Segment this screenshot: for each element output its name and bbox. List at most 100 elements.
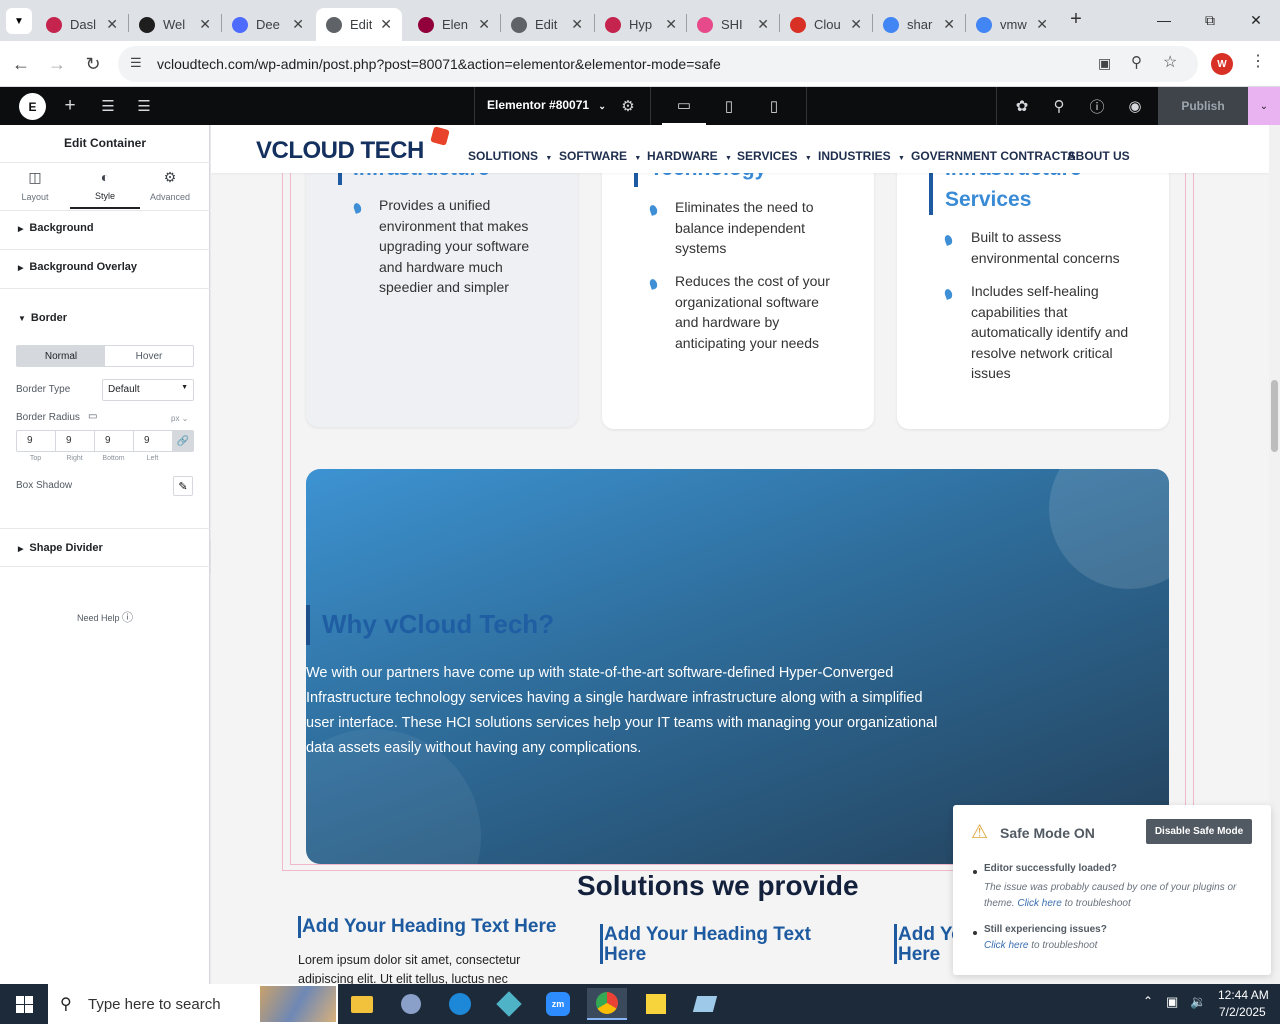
browser-menu-icon[interactable]: ⋮	[1250, 51, 1266, 71]
taskbar-date[interactable]: 7/2/2025	[1219, 1005, 1266, 1019]
page-settings-icon[interactable]: ⚙	[616, 87, 640, 125]
browser-tab[interactable]: Hyp ✕	[595, 8, 687, 41]
tab-search-button[interactable]: ▼	[6, 8, 32, 34]
finder-search-icon[interactable]: ⚲	[1047, 87, 1071, 125]
nav-solutions[interactable]: SOLUTIONS ▼	[468, 149, 552, 163]
browser-tab[interactable]: Dasl ✕	[36, 8, 128, 41]
app-icon[interactable]	[489, 988, 529, 1020]
browser-tab[interactable]: Edit ✕	[316, 8, 402, 41]
zoom-app-icon[interactable]: zm	[538, 988, 578, 1020]
edge-icon[interactable]	[440, 988, 480, 1020]
nav-software[interactable]: SOFTWARE ▼	[559, 149, 641, 163]
document-title-dropdown[interactable]: Elementor #80071 ⌄	[487, 98, 606, 112]
browser-tab[interactable]: Wel ✕	[129, 8, 221, 41]
need-help-link[interactable]: Need Help ⓘ	[77, 609, 133, 625]
mobile-view-icon[interactable]: ▯	[752, 87, 796, 125]
nav-industries[interactable]: INDUSTRIES ▼	[818, 149, 905, 163]
state-hover-button[interactable]: Hover	[105, 346, 193, 366]
close-icon[interactable]: ✕	[665, 16, 677, 33]
forward-button[interactable]: →	[42, 49, 72, 79]
tab-style[interactable]: ◐ Style	[70, 169, 140, 209]
radius-bottom-input[interactable]: 9	[95, 431, 134, 451]
back-button[interactable]: ←	[6, 49, 36, 79]
publish-button[interactable]: Publish	[1158, 87, 1248, 125]
url-text[interactable]: vcloudtech.com/wp-admin/post.php?post=80…	[157, 56, 721, 72]
app-icon[interactable]	[391, 988, 431, 1020]
close-icon[interactable]: ✕	[199, 16, 211, 33]
new-tab-button[interactable]: +	[1064, 8, 1088, 32]
taskbar-search-box[interactable]: ⚲ Type here to search	[48, 984, 338, 1024]
elementor-logo-icon[interactable]: E	[19, 93, 46, 120]
nav-services[interactable]: SERVICES ▼	[737, 149, 812, 163]
radius-right-input[interactable]: 9	[56, 431, 95, 451]
unit-selector[interactable]: px ⌄	[171, 414, 188, 423]
close-icon[interactable]: ✕	[757, 16, 769, 33]
taskbar-time[interactable]: 12:44 AM	[1218, 988, 1269, 1002]
tab-advanced[interactable]: ⚙ Advanced	[135, 169, 205, 202]
responsive-desktop-icon[interactable]: ▭	[88, 411, 97, 422]
start-windows-icon[interactable]	[4, 988, 44, 1020]
nav-government-contracts[interactable]: GOVERNMENT CONTRACTS	[911, 149, 1076, 163]
zoom-icon[interactable]: ⚲	[1131, 53, 1142, 71]
close-icon[interactable]: ✕	[1036, 16, 1048, 33]
scrollbar-thumb[interactable]	[1271, 380, 1278, 452]
browser-tab[interactable]: Clou ✕	[780, 8, 872, 41]
border-type-select[interactable]: Default ▼	[102, 379, 194, 401]
tab-layout[interactable]: ◫ Layout	[0, 169, 70, 202]
sticky-notes-icon[interactable]	[636, 988, 676, 1020]
radius-label: Right	[66, 455, 83, 462]
structure-layers-icon[interactable]: ☰	[132, 87, 156, 125]
browser-tab[interactable]: shar ✕	[873, 8, 965, 41]
browser-tab[interactable]: Elen ✕	[408, 8, 500, 41]
publish-options-button[interactable]: ⌄	[1248, 87, 1280, 125]
close-icon[interactable]: ✕	[292, 16, 304, 33]
bookmark-star-icon[interactable]: ☆	[1163, 52, 1177, 72]
nav-about-us[interactable]: ABOUT US	[1067, 149, 1130, 163]
chrome-icon[interactable]	[587, 988, 627, 1020]
chevron-up-icon[interactable]: ⌃	[1143, 994, 1153, 1008]
notifications-icon[interactable]: ✿	[1010, 87, 1034, 125]
section-shape-divider[interactable]: ▶ Shape Divider	[0, 529, 210, 567]
close-window-button[interactable]: ✕	[1233, 0, 1279, 40]
help-icon[interactable]: ⓘ	[1085, 87, 1109, 125]
close-icon[interactable]: ✕	[571, 16, 583, 33]
browser-tab[interactable]: Dee ✕	[222, 8, 314, 41]
reload-button[interactable]: ↻	[78, 49, 108, 79]
cast-off-icon[interactable]: ▣	[1098, 55, 1111, 72]
minimize-button[interactable]: —	[1141, 0, 1187, 40]
omnibox[interactable]: ☰ vcloudtech.com/wp-admin/post.php?post=…	[118, 46, 1198, 82]
site-info-icon[interactable]: ☰	[130, 55, 142, 71]
file-explorer-icon[interactable]	[342, 988, 382, 1020]
close-icon[interactable]: ✕	[850, 16, 862, 33]
radius-top-input[interactable]: 9	[17, 431, 56, 451]
network-icon[interactable]: ▣	[1166, 994, 1178, 1010]
site-logo[interactable]: VCLOUD TECH	[256, 137, 424, 165]
close-icon[interactable]: ✕	[478, 16, 490, 33]
app-icon[interactable]	[685, 988, 725, 1020]
section-border-header[interactable]: ▼ Border	[18, 312, 67, 324]
radius-left-input[interactable]: 9	[134, 431, 173, 451]
browser-tab[interactable]: Edit ✕	[501, 8, 593, 41]
desktop-view-icon[interactable]: ▭	[662, 87, 706, 125]
section-background[interactable]: ▶ Background	[0, 211, 210, 250]
profile-avatar[interactable]: W	[1211, 53, 1233, 75]
close-icon[interactable]: ✕	[106, 16, 118, 33]
site-settings-icon[interactable]: ☰	[96, 87, 120, 125]
click-here-link[interactable]: Click here	[1017, 898, 1061, 909]
browser-tab[interactable]: vmw ✕	[966, 8, 1058, 41]
preview-eye-icon[interactable]: ◉	[1123, 87, 1147, 125]
edit-pencil-icon[interactable]: ✎	[173, 476, 193, 496]
tablet-view-icon[interactable]: ▯	[707, 87, 751, 125]
close-icon[interactable]: ✕	[943, 16, 955, 33]
close-icon[interactable]: ✕	[380, 16, 392, 33]
browser-tab[interactable]: SHI ✕	[687, 8, 779, 41]
restore-button[interactable]: ⧉	[1187, 0, 1233, 40]
link-values-icon[interactable]: 🔗	[173, 431, 193, 451]
disable-safe-mode-button[interactable]: Disable Safe Mode	[1146, 819, 1252, 844]
volume-icon[interactable]: 🔉	[1190, 994, 1206, 1010]
nav-hardware[interactable]: HARDWARE ▼	[647, 149, 732, 163]
section-background-overlay[interactable]: ▶ Background Overlay	[0, 250, 210, 289]
state-normal-button[interactable]: Normal	[17, 346, 105, 366]
add-element-icon[interactable]: +	[58, 87, 82, 125]
click-here-link[interactable]: Click here	[984, 940, 1028, 951]
